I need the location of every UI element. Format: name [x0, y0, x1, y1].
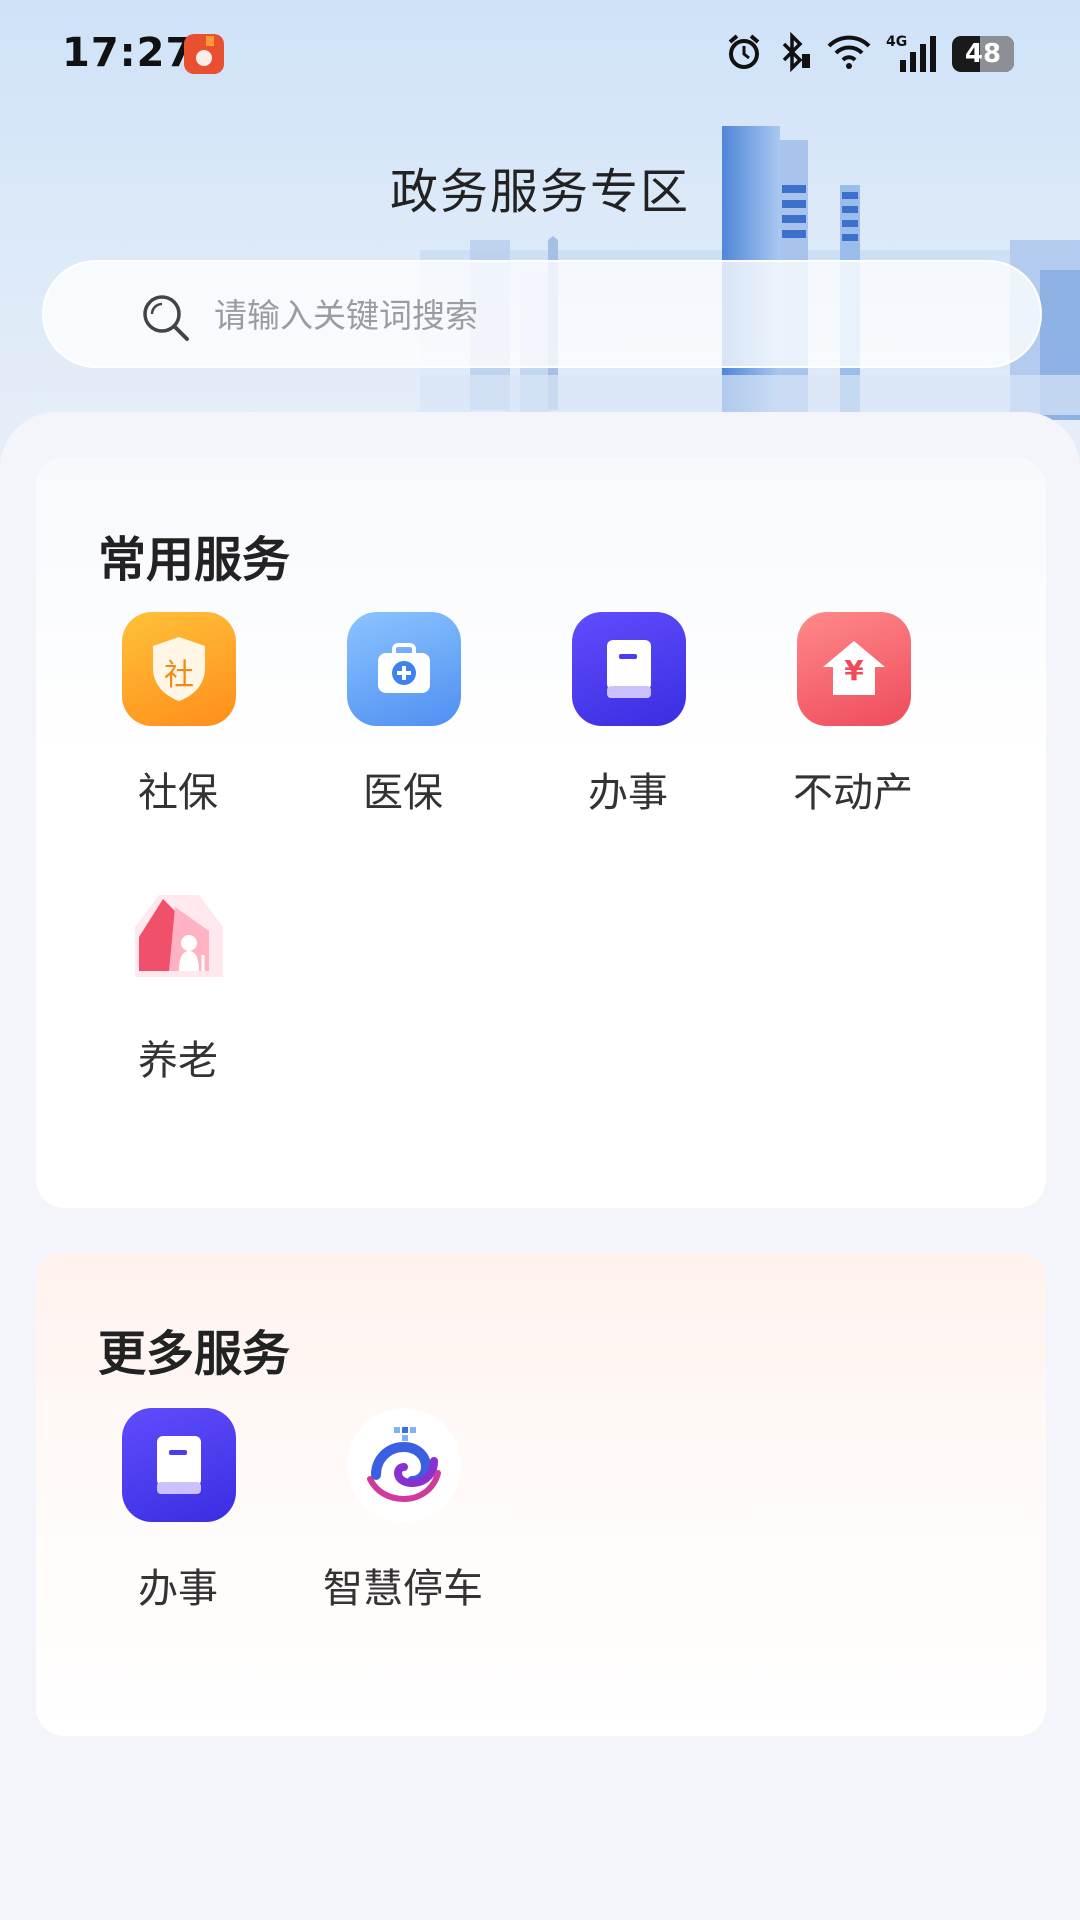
- bluetooth-icon: [778, 31, 812, 76]
- status-bar: 17:27 4G 48: [0, 0, 1080, 110]
- service-affairs[interactable]: 办事: [528, 612, 728, 822]
- property-house-icon: ¥: [797, 612, 911, 726]
- service-label: 医保: [363, 770, 443, 816]
- service-label: 办事: [588, 770, 668, 816]
- book-icon: [572, 612, 686, 726]
- service-medical-insurance[interactable]: 医保: [303, 612, 503, 822]
- book-icon: [122, 1408, 236, 1522]
- service-social-security[interactable]: 社 社保: [78, 612, 278, 822]
- service-label: 养老: [138, 1038, 218, 1084]
- battery-level: 48: [964, 39, 1002, 69]
- property-glyph: ¥: [844, 654, 864, 687]
- social-security-shield-icon: 社: [122, 612, 236, 726]
- app-notification-icon: [184, 34, 224, 74]
- more-services-title: 更多服务: [98, 1326, 291, 1382]
- search-input[interactable]: [214, 286, 994, 344]
- service-label: 办事: [138, 1566, 218, 1612]
- service-property[interactable]: ¥ 不动产: [753, 612, 953, 822]
- search-bar[interactable]: [42, 260, 1042, 368]
- service-affairs-more[interactable]: 办事: [78, 1408, 278, 1618]
- common-services-title: 常用服务: [98, 532, 291, 588]
- service-smart-parking[interactable]: 智慧停车: [303, 1408, 503, 1618]
- service-label: 智慧停车: [323, 1566, 483, 1612]
- service-label: 社保: [138, 770, 218, 816]
- medical-kit-icon: [347, 612, 461, 726]
- status-time: 17:27: [62, 30, 195, 76]
- status-icons: 4G 48: [724, 31, 1014, 76]
- battery-icon: 48: [952, 36, 1014, 72]
- signal-4g-icon: 4G: [886, 34, 938, 74]
- more-services-card: 更多服务 办事 智慧停车: [36, 1252, 1046, 1736]
- wifi-icon: [826, 32, 872, 76]
- service-elderly-care[interactable]: 养老: [78, 880, 278, 1090]
- elderly-care-icon: [122, 880, 236, 994]
- alarm-icon: [724, 32, 764, 76]
- social-security-glyph: 社: [164, 658, 194, 693]
- service-label: 不动产: [793, 770, 913, 816]
- page-title: 政务服务专区: [389, 164, 690, 220]
- search-icon: [143, 295, 189, 341]
- common-services-card: 常用服务 社 社保 医保 办事 ¥ 不动产 养老: [36, 458, 1046, 1208]
- smart-parking-logo-icon: [347, 1408, 461, 1522]
